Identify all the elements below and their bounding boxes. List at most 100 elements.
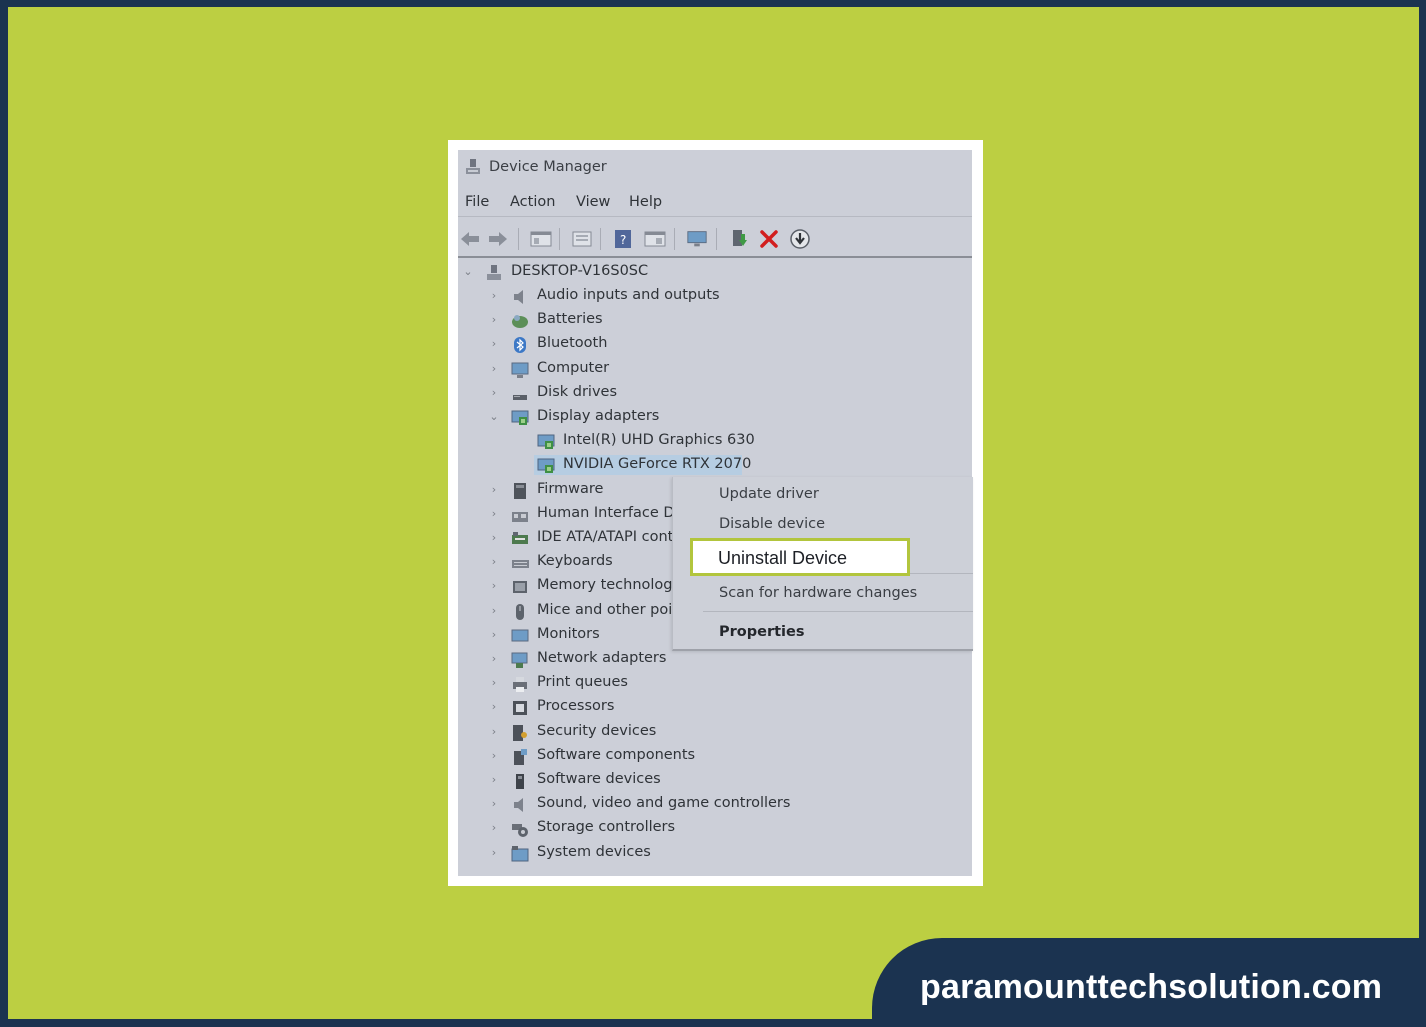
root-label: DESKTOP-V16S0SC <box>511 263 649 279</box>
tree-item-label: Print queues <box>537 674 628 691</box>
keyboard-icon <box>512 560 529 569</box>
menu-scan-hardware[interactable]: Scan for hardware changes <box>719 585 917 601</box>
expand-chevron-icon[interactable]: › <box>488 603 500 619</box>
tree-category-item[interactable]: › Audio inputs and outputs <box>458 286 972 308</box>
tree-item-label: Memory technolog <box>537 577 673 594</box>
tree-category-item[interactable]: › Computer <box>458 359 972 381</box>
computer-icon <box>511 362 529 378</box>
expand-chevron-icon[interactable]: › <box>488 385 500 401</box>
expand-chevron-icon[interactable]: › <box>488 796 500 812</box>
tree-item-label: Computer <box>537 359 610 376</box>
back-arrow-icon[interactable] <box>459 228 481 250</box>
security-icon <box>513 724 527 741</box>
tree-category-item[interactable]: › Disk drives <box>458 383 972 405</box>
system-icon <box>511 845 529 862</box>
expand-chevron-icon[interactable]: › <box>488 288 500 304</box>
menu-disable-device[interactable]: Disable device <box>719 516 825 532</box>
svg-text:?: ? <box>620 233 626 247</box>
expand-chevron-icon[interactable]: › <box>488 530 500 546</box>
uninstall-device-button[interactable]: Uninstall Device <box>690 538 910 576</box>
forward-arrow-icon[interactable] <box>487 228 509 250</box>
tree-child-item[interactable]: Intel(R) UHD Graphics 630 <box>458 431 972 453</box>
expand-chevron-icon[interactable]: › <box>488 724 500 740</box>
collapse-chevron-icon[interactable]: ⌄ <box>488 409 500 425</box>
tree-item-label: Monitors <box>537 625 600 642</box>
menu-properties[interactable]: Properties <box>719 624 804 640</box>
expand-chevron-icon[interactable]: › <box>488 675 500 691</box>
tree-category-item[interactable]: › Processors <box>458 697 972 719</box>
tree-category-item[interactable]: › Print queues <box>458 673 972 695</box>
tree-item-label: Software devices <box>537 771 661 787</box>
expand-chevron-icon[interactable]: › <box>488 772 500 788</box>
tree-item-label: Processors <box>537 698 615 715</box>
monitor-icon[interactable] <box>686 228 708 250</box>
tree-child-item[interactable]: NVIDIA GeForce RTX 2070 <box>458 455 972 477</box>
expand-chevron-icon[interactable]: › <box>488 651 500 667</box>
tree-category-item[interactable]: ⌄ Display adapters <box>458 407 972 429</box>
tree-item-label: Network adapters <box>537 650 667 666</box>
monitor-icon <box>511 629 529 642</box>
tree-category-item[interactable]: › Bluetooth <box>458 334 972 356</box>
tree-item-label: Human Interface De <box>537 504 684 521</box>
tree-item-label: Sound, video and game controllers <box>537 795 791 812</box>
memory-icon <box>513 581 527 594</box>
menu-action[interactable]: Action <box>510 194 555 210</box>
display-adapter-icon <box>511 410 529 425</box>
tree-category-item[interactable]: › System devices <box>458 843 972 865</box>
expand-chevron-icon[interactable]: › <box>488 820 500 836</box>
tree-item-label: Audio inputs and outputs <box>537 287 720 303</box>
menu-view[interactable]: View <box>576 194 610 210</box>
printer-icon <box>513 677 527 693</box>
menu-bar: File Action View Help <box>458 190 972 217</box>
expand-chevron-icon[interactable]: › <box>488 845 500 861</box>
tree-category-item[interactable]: › Sound, video and game controllers <box>458 794 972 816</box>
tree-category-item[interactable]: › Software components <box>458 746 972 768</box>
tree-item-label: Bluetooth <box>537 335 608 352</box>
tree-item-label: Keyboards <box>537 553 613 570</box>
properties-icon[interactable] <box>571 228 593 250</box>
expand-chevron-icon[interactable]: › <box>488 361 500 377</box>
show-hide-tree-icon[interactable] <box>530 228 552 250</box>
tree-item-label: IDE ATA/ATAPI contr <box>537 529 680 545</box>
hid-icon <box>512 511 528 522</box>
footer-banner: paramounttechsolution.com <box>872 938 1426 1027</box>
expand-chevron-icon[interactable]: › <box>488 506 500 522</box>
tree-category-item[interactable]: › Batteries <box>458 310 972 332</box>
help-icon[interactable]: ? <box>612 228 634 250</box>
tree-item-label: System devices <box>537 843 651 860</box>
bluetooth-icon <box>514 337 526 354</box>
expand-chevron-icon[interactable]: › <box>488 336 500 352</box>
tree-category-item[interactable]: › Storage controllers <box>458 818 972 840</box>
tree-item-label: Security devices <box>537 722 657 739</box>
menu-help[interactable]: Help <box>629 194 662 210</box>
disk-drive-icon <box>513 394 527 400</box>
firmware-icon <box>514 482 526 499</box>
tree-item-label: Storage controllers <box>537 819 676 836</box>
computer-root-icon <box>487 265 501 280</box>
collapse-chevron-icon[interactable]: ⌄ <box>462 264 474 280</box>
expand-chevron-icon[interactable]: › <box>488 312 500 328</box>
expand-chevron-icon[interactable]: › <box>488 578 500 594</box>
uninstall-device-label: Uninstall Device <box>718 548 848 568</box>
download-icon[interactable] <box>789 228 811 250</box>
tree-category-item[interactable]: › Network adapters <box>458 649 972 671</box>
tree-category-item[interactable]: › Security devices <box>458 722 972 744</box>
expand-chevron-icon[interactable]: › <box>488 627 500 643</box>
tree-root[interactable]: ⌄ DESKTOP-V16S0SC <box>458 262 972 284</box>
menu-update-driver[interactable]: Update driver <box>719 486 819 502</box>
toolbar: ? <box>458 220 972 258</box>
expand-chevron-icon[interactable]: › <box>488 554 500 570</box>
battery-icon <box>512 315 528 329</box>
menu-file[interactable]: File <box>465 194 489 210</box>
ide-controller-icon <box>512 532 528 544</box>
expand-chevron-icon[interactable]: › <box>488 748 500 764</box>
software-device-icon <box>516 774 524 789</box>
expand-chevron-icon[interactable]: › <box>488 482 500 498</box>
update-driver-icon[interactable] <box>728 228 750 250</box>
uninstall-x-icon[interactable] <box>758 228 780 250</box>
view-icon[interactable] <box>644 228 666 250</box>
speaker-icon <box>514 290 523 304</box>
expand-chevron-icon[interactable]: › <box>488 699 500 715</box>
tree-category-item[interactable]: › Software devices <box>458 770 972 792</box>
tree-item-label: Intel(R) UHD Graphics 630 <box>563 432 755 449</box>
